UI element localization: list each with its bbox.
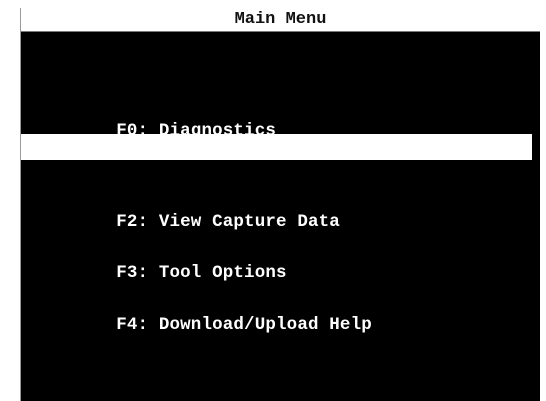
menu-item-label: Service Programming System (SPS) — [158, 163, 500, 183]
menu-item-download-upload-help[interactable]: F4: Download/Upload Help — [21, 286, 540, 335]
menu-item-label: Download/Upload Help — [158, 315, 372, 335]
device-frame: Main Menu F0: Diagnostics F1: Service Pr… — [0, 0, 546, 401]
menu-item-label: View Capture Data — [158, 212, 340, 232]
function-key-f2: F2: — [116, 212, 149, 232]
scan-tool-screen: Main Menu F0: Diagnostics F1: Service Pr… — [20, 8, 540, 401]
menu-item-tool-options[interactable]: F3: Tool Options — [21, 234, 540, 283]
main-menu: F0: Diagnostics F1: Service Programming … — [21, 8, 540, 401]
function-key-f4: F4: — [116, 315, 149, 335]
function-key-f3: F3: — [116, 263, 149, 283]
menu-item-view-capture-data[interactable]: F2: View Capture Data — [21, 183, 540, 232]
menu-item-service-programming-system[interactable]: F1: Service Programming System (SPS) — [21, 134, 532, 183]
function-key-f1: F1: — [116, 163, 149, 183]
menu-item-diagnostics[interactable]: F0: Diagnostics — [21, 92, 540, 141]
menu-item-label: Tool Options — [158, 263, 287, 283]
